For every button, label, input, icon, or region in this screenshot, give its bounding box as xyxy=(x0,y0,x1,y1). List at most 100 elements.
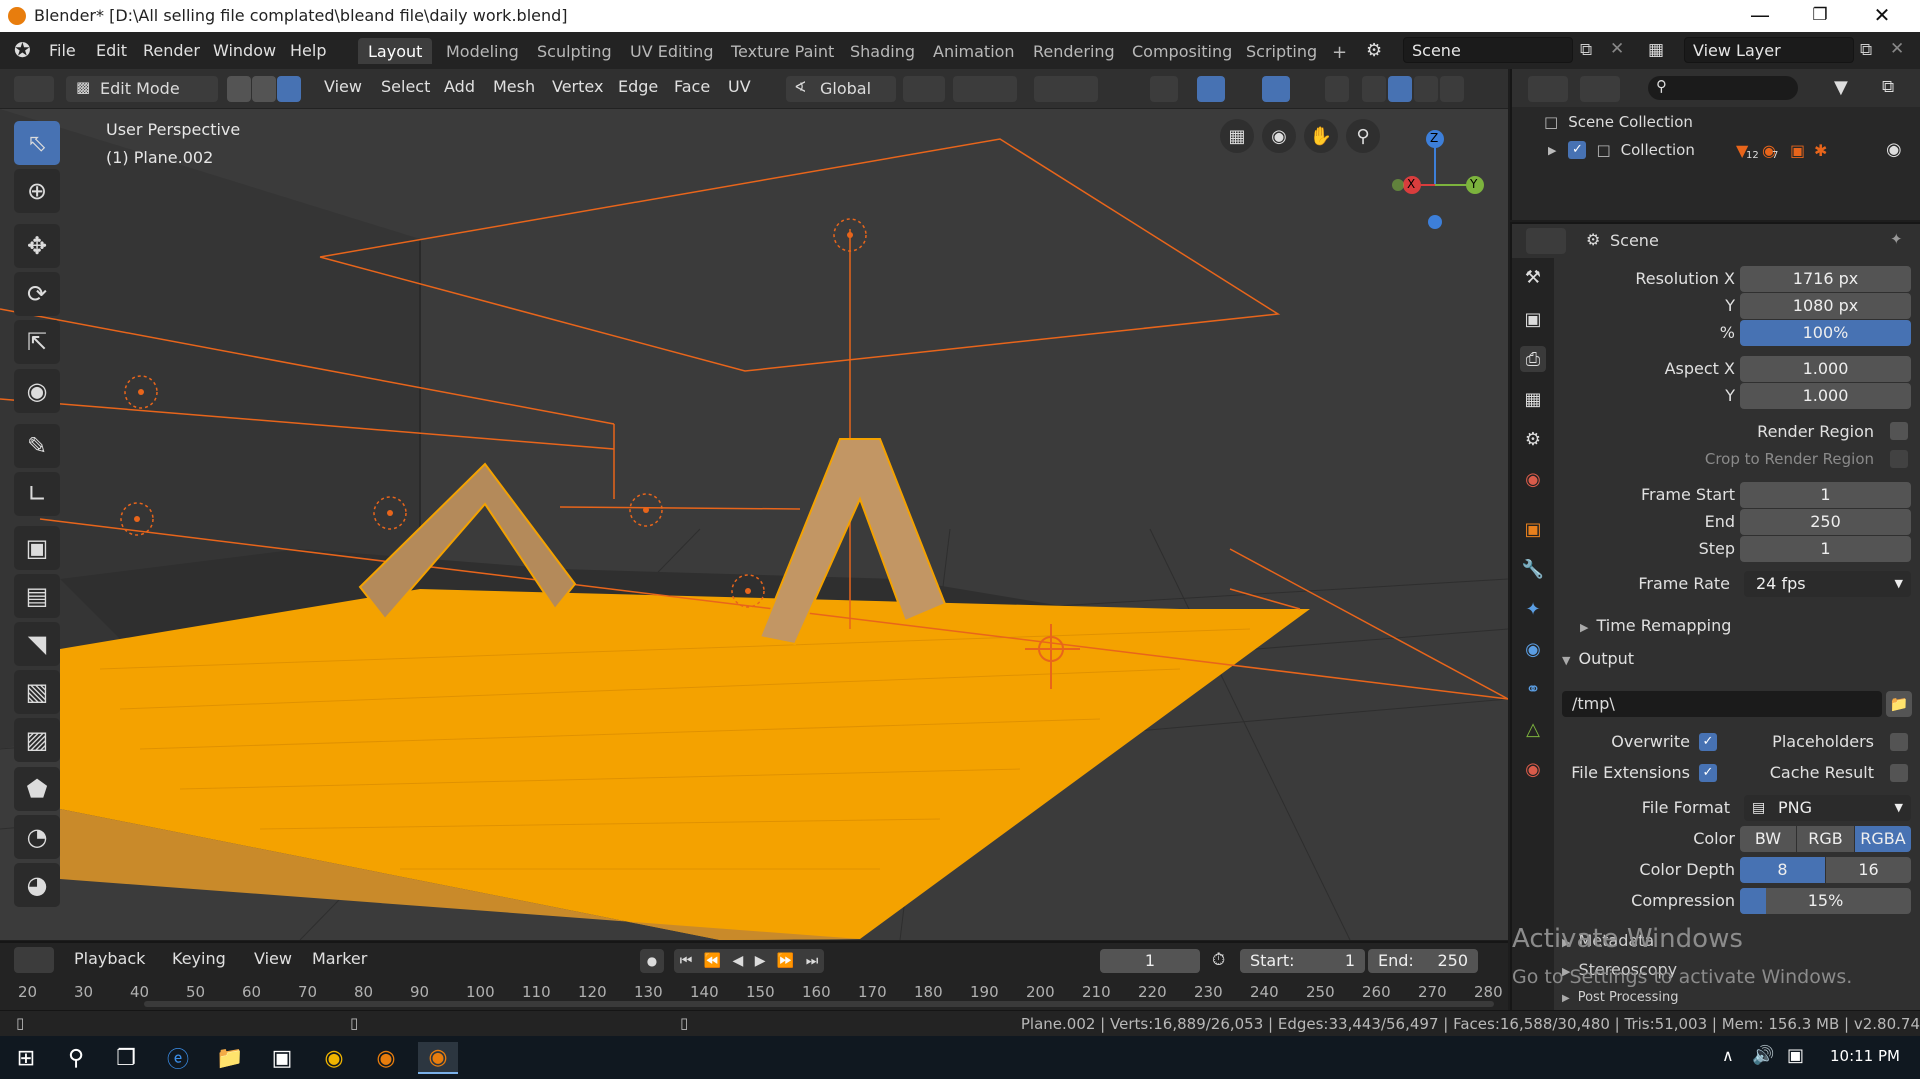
menu-vertex[interactable]: Vertex xyxy=(552,77,603,96)
material-shading-icon[interactable] xyxy=(1414,76,1438,102)
world-tab-icon[interactable]: ◉ xyxy=(1520,466,1546,492)
menu-face[interactable]: Face xyxy=(674,77,710,96)
overlay-toggle-icon[interactable] xyxy=(1262,76,1290,102)
render-tab-icon[interactable]: ▣ xyxy=(1520,306,1546,332)
tab-layout[interactable]: Layout xyxy=(358,38,433,64)
clock[interactable]: 10:11 PM xyxy=(1830,1047,1900,1065)
edge-browser-icon[interactable]: ⓔ xyxy=(158,1042,198,1074)
expand-arrow-icon[interactable]: ▶ xyxy=(1548,144,1556,157)
tab-sculpting[interactable]: Sculpting xyxy=(527,38,622,64)
annotate-tool-icon[interactable]: ✎ xyxy=(14,424,60,468)
spin-tool-icon[interactable]: ◔ xyxy=(14,815,60,859)
output-tab-icon[interactable]: ⎙ xyxy=(1520,346,1546,372)
constraints-tab-icon[interactable]: ⚭ xyxy=(1520,676,1546,702)
edge-select-icon[interactable] xyxy=(252,76,276,102)
xray-toggle-icon[interactable] xyxy=(1325,76,1349,102)
color-bw-button[interactable]: BW xyxy=(1740,826,1796,852)
timeline-scrollbar[interactable] xyxy=(144,1001,1494,1007)
overwrite-checkbox[interactable]: ✓ xyxy=(1699,733,1717,751)
frame-step-field[interactable]: 1 xyxy=(1740,536,1911,562)
view-layer-tab-icon[interactable]: ▦ xyxy=(1520,386,1546,412)
start-windows-icon[interactable]: ⊞ xyxy=(6,1042,46,1074)
bevel-tool-icon[interactable]: ◥ xyxy=(14,622,60,666)
menu-view[interactable]: View xyxy=(324,77,362,96)
file-extensions-checkbox[interactable]: ✓ xyxy=(1699,764,1717,782)
loop-cut-tool-icon[interactable]: ▧ xyxy=(14,670,60,714)
zoom-icon[interactable]: ⚲ xyxy=(1346,119,1380,153)
volume-icon[interactable]: 🔊 xyxy=(1752,1045,1774,1066)
editor-type-icon[interactable] xyxy=(14,76,54,102)
tab-modeling[interactable]: Modeling xyxy=(436,38,529,64)
frame-rate-dropdown[interactable]: 24 fps ▼ xyxy=(1744,571,1911,597)
measure-tool-icon[interactable]: ∟ xyxy=(14,472,60,516)
tab-shading[interactable]: Shading xyxy=(840,38,925,64)
face-select-icon[interactable] xyxy=(277,76,301,102)
menu-edit[interactable]: Edit xyxy=(96,41,127,60)
maximize-button[interactable]: ❐ xyxy=(1790,0,1850,32)
resolution-y-field[interactable]: 1080 px xyxy=(1740,293,1911,319)
blender-menu-icon[interactable]: ✪ xyxy=(14,40,36,60)
menu-add[interactable]: Add xyxy=(444,77,475,96)
aspect-x-field[interactable]: 1.000 xyxy=(1740,356,1911,382)
delete-view-layer-icon[interactable]: ✕ xyxy=(1890,39,1904,59)
proportional-edit-icon[interactable] xyxy=(1034,76,1098,102)
add-workspace-button[interactable]: + xyxy=(1322,38,1357,64)
scale-tool-icon[interactable]: ⇱ xyxy=(14,320,60,364)
menu-window[interactable]: Window xyxy=(213,41,276,60)
outliner-editor-icon[interactable] xyxy=(1528,76,1568,102)
modifier-tab-icon[interactable]: 🔧 xyxy=(1520,556,1546,582)
menu-help[interactable]: Help xyxy=(290,41,326,60)
camera-view-icon[interactable]: ◉ xyxy=(1262,119,1296,153)
delete-scene-icon[interactable]: ✕ xyxy=(1610,39,1624,59)
blender-taskbar-icon[interactable]: ◉ xyxy=(366,1042,406,1074)
menu-file[interactable]: File xyxy=(49,41,76,60)
tab-animation[interactable]: Animation xyxy=(923,38,1025,64)
collection-checkbox[interactable]: ✓ xyxy=(1568,141,1587,159)
crop-region-checkbox[interactable] xyxy=(1890,450,1908,468)
rotate-tool-icon[interactable]: ⟳ xyxy=(14,272,60,316)
output-section[interactable]: ▼ Output xyxy=(1562,649,1634,668)
transform-tool-icon[interactable]: ◉ xyxy=(14,369,60,413)
gizmo-toggle-icon[interactable] xyxy=(1197,76,1225,102)
placeholders-checkbox[interactable] xyxy=(1890,733,1908,751)
material-tab-icon[interactable]: ◉ xyxy=(1520,756,1546,782)
file-explorer-icon[interactable]: 📁 xyxy=(210,1042,250,1074)
minimize-button[interactable]: — xyxy=(1730,0,1790,32)
tab-compositing[interactable]: Compositing xyxy=(1122,38,1242,64)
color-depth-8-button[interactable]: 8 xyxy=(1740,857,1825,883)
new-view-layer-icon[interactable]: ⧉ xyxy=(1860,40,1872,60)
display-mode-icon[interactable] xyxy=(1580,76,1620,102)
object-tab-icon[interactable]: ▣ xyxy=(1520,516,1546,542)
data-tab-icon[interactable]: △ xyxy=(1520,716,1546,742)
output-path-input[interactable]: /tmp\ xyxy=(1562,691,1882,717)
task-view-icon[interactable]: ❐ xyxy=(106,1042,146,1074)
chrome-icon[interactable]: ◉ xyxy=(314,1042,354,1074)
compression-slider[interactable]: 15% xyxy=(1740,888,1911,914)
poly-build-tool-icon[interactable]: ⬟ xyxy=(14,767,60,811)
move-tool-icon[interactable]: ✥ xyxy=(14,224,60,268)
search-icon[interactable]: ⚲ xyxy=(56,1042,96,1074)
render-region-checkbox[interactable] xyxy=(1890,422,1908,440)
outliner-search-input[interactable]: ⚲ xyxy=(1648,76,1798,100)
cache-result-checkbox[interactable] xyxy=(1890,764,1908,782)
view-layer-selector[interactable]: View Layer xyxy=(1684,37,1854,63)
knife-tool-icon[interactable]: ▨ xyxy=(14,718,60,762)
resolution-x-field[interactable]: 1716 px xyxy=(1740,266,1911,292)
file-format-dropdown[interactable]: ▤ PNG ▼ xyxy=(1744,795,1911,821)
scene-collection-row[interactable]: □ Scene Collection xyxy=(1544,113,1693,131)
cursor-tool-icon[interactable]: ⊕ xyxy=(14,169,60,213)
select-box-tool-icon[interactable]: ⬁ xyxy=(14,121,60,165)
pivot-point-icon[interactable] xyxy=(903,76,945,102)
tool-tab-icon[interactable]: ⚒ xyxy=(1520,264,1546,290)
blender-active-taskbar-icon[interactable]: ◉ xyxy=(418,1042,458,1074)
close-button[interactable]: ✕ xyxy=(1852,0,1912,32)
color-rgba-button[interactable]: RGBA xyxy=(1855,826,1911,852)
tab-scripting[interactable]: Scripting xyxy=(1236,38,1327,64)
menu-edge[interactable]: Edge xyxy=(618,77,658,96)
view-layer-icon[interactable]: ▦ xyxy=(1648,40,1664,60)
inset-tool-icon[interactable]: ▤ xyxy=(14,574,60,618)
color-depth-16-button[interactable]: 16 xyxy=(1826,857,1911,883)
scene-icon[interactable]: ⚙ xyxy=(1366,40,1382,61)
smooth-tool-icon[interactable]: ◕ xyxy=(14,863,60,907)
menu-select[interactable]: Select xyxy=(381,77,430,96)
